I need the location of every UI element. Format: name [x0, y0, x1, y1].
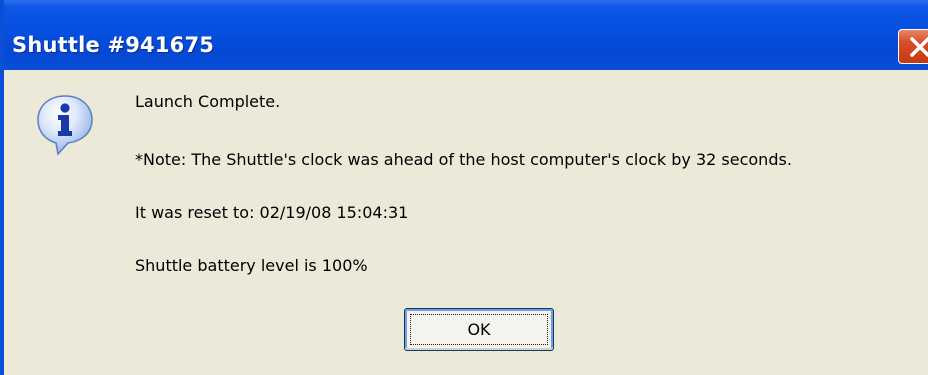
message-line-launch: Launch Complete.	[135, 92, 281, 111]
message-line-reset: It was reset to: 02/19/08 15:04:31	[135, 203, 409, 222]
ok-button[interactable]: OK	[404, 308, 554, 351]
dialog-body: Launch Complete. *Note: The Shuttle's cl…	[4, 70, 928, 375]
message-dialog: Shuttle #941675 Launch Complete. *Note: …	[0, 0, 928, 375]
close-icon	[910, 37, 928, 57]
message-line-note: *Note: The Shuttle's clock was ahead of …	[135, 150, 792, 169]
title-bar[interactable]: Shuttle #941675	[4, 0, 928, 70]
message-line-battery: Shuttle battery level is 100%	[135, 256, 368, 275]
window-title: Shuttle #941675	[12, 33, 215, 57]
ok-button-label: OK	[467, 320, 491, 339]
close-button[interactable]	[898, 29, 928, 64]
information-icon	[34, 93, 96, 157]
